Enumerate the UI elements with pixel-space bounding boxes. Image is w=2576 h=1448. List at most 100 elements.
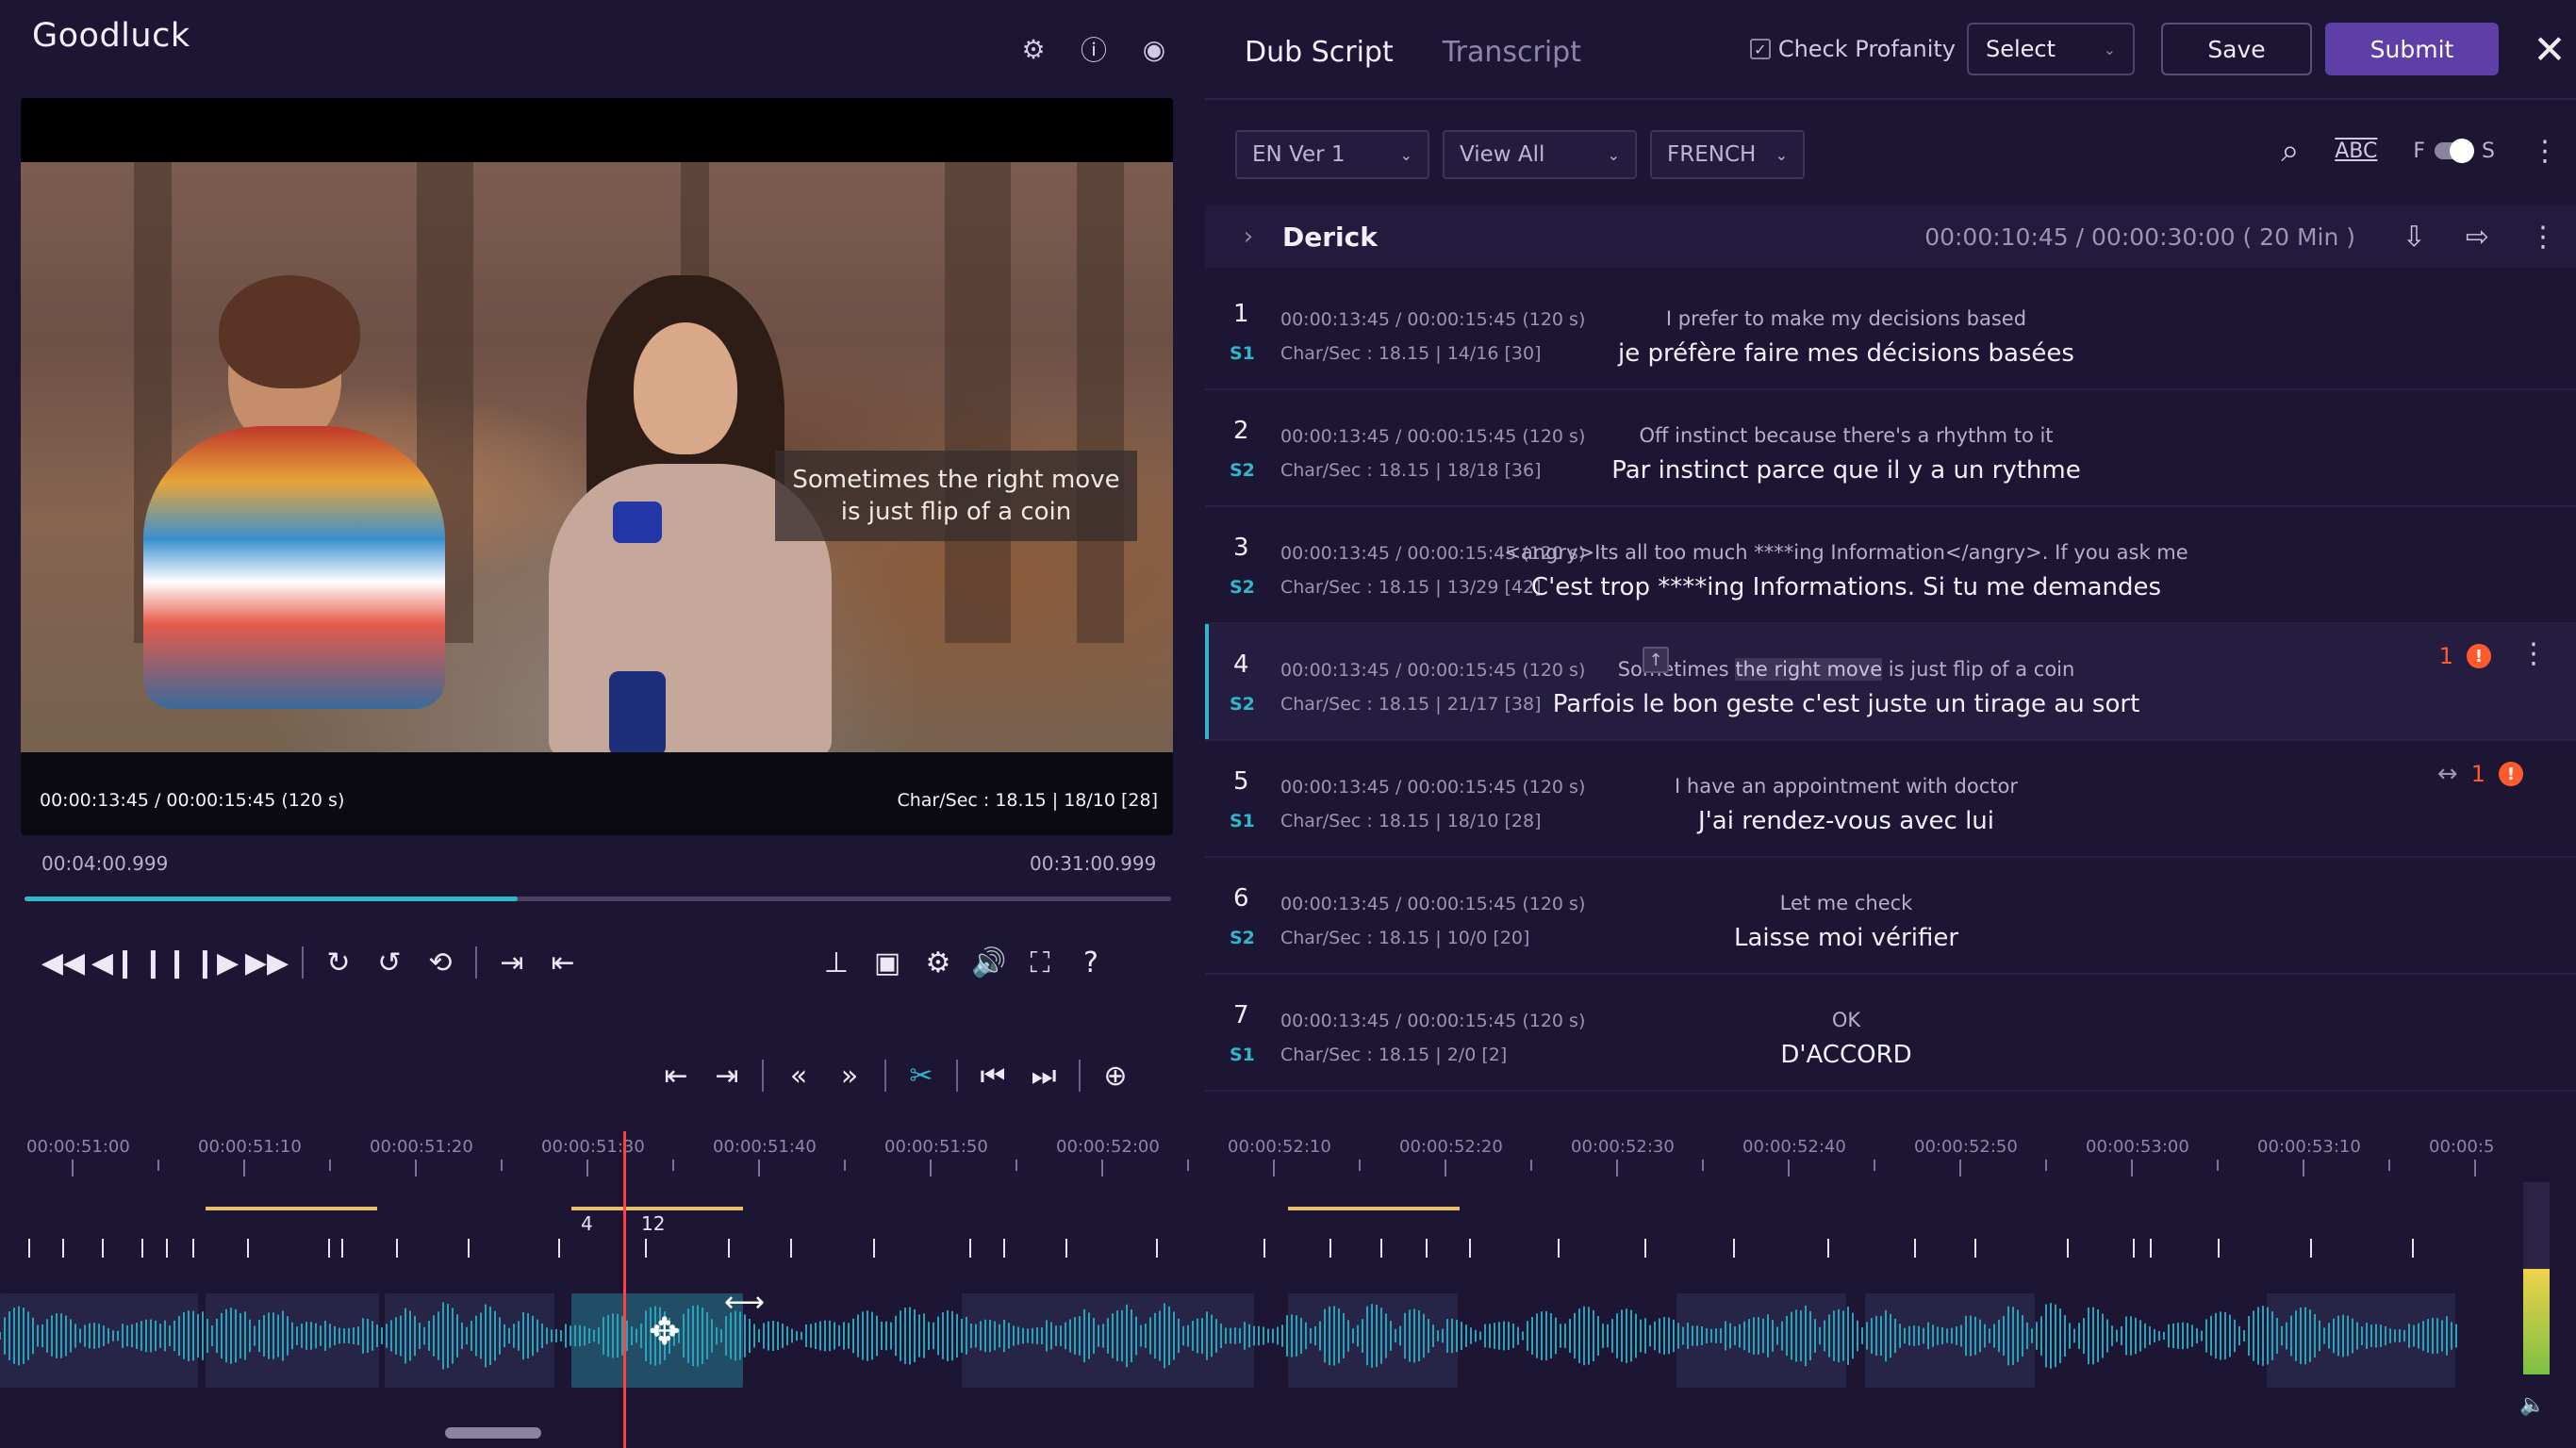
help-icon[interactable]: ?	[1065, 941, 1116, 984]
version-dropdown[interactable]: EN Ver 1 ⌄	[1235, 130, 1429, 179]
ruler-tick	[2045, 1160, 2047, 1171]
line-target-text[interactable]: Par instinct parce que il y a un rythme	[1375, 456, 2318, 485]
line-target-text[interactable]: D'ACCORD	[1375, 1041, 2318, 1069]
toggle-switch[interactable]	[2435, 139, 2475, 163]
import-icon[interactable]: ⇩	[2403, 221, 2426, 254]
submit-button[interactable]: Submit	[2325, 23, 2499, 75]
cue-tick	[396, 1239, 398, 1258]
line-source-text: Off instinct because there's a rhythm to…	[1639, 424, 2054, 447]
progress-bar[interactable]	[25, 897, 1171, 901]
cup	[613, 502, 662, 543]
spellcheck-icon[interactable]: ABC	[2335, 140, 2377, 163]
frame-back-icon[interactable]: ◀❙	[89, 941, 140, 984]
pause-icon[interactable]: ❙❙	[140, 941, 190, 984]
info-icon[interactable]: ⓘ	[1077, 32, 1111, 66]
script-line[interactable]: 5 S1 00:00:13:45 / 00:00:15:45 (120 s) Char…	[1205, 741, 2576, 858]
script-line[interactable]: 6 S2 00:00:13:45 / 00:00:15:45 (120 s) Char…	[1205, 858, 2576, 975]
line-target-text[interactable]: Laisse moi vérifier	[1375, 924, 2318, 952]
fullscreen-icon[interactable]: ⛶	[1015, 941, 1065, 984]
more-icon[interactable]: ⋮	[2531, 135, 2559, 168]
close-icon[interactable]: ✕	[2523, 23, 2576, 75]
video-frame[interactable]: Sometimes the right move is just flip of…	[21, 162, 1173, 756]
issue-badge[interactable]: ↔ 1!	[2437, 760, 2523, 788]
script-line[interactable]: 4 S2 00:00:13:45 / 00:00:15:45 (120 s) Char…	[1205, 624, 2576, 741]
line-target-text[interactable]: Parfois le bon geste c'est juste un tira…	[1375, 690, 2318, 718]
cue-tick	[1558, 1239, 1560, 1258]
settings-icon[interactable]: ⚙	[913, 941, 964, 984]
rewind-icon[interactable]: ◀◀	[38, 941, 89, 984]
replay-10-icon[interactable]: ↻	[313, 941, 364, 984]
cue-tick	[2412, 1239, 2414, 1258]
gear-icon[interactable]: ⚙	[1016, 32, 1050, 66]
cue-segment[interactable]	[1288, 1207, 1460, 1210]
cue-tick	[468, 1239, 470, 1258]
chevron-right-icon[interactable]: ›	[1224, 222, 1273, 251]
script-line[interactable]: 7 S1 00:00:13:45 / 00:00:15:45 (120 s) Char…	[1205, 975, 2576, 1092]
go-end-icon[interactable]: ⏭	[1018, 1054, 1069, 1097]
timeline-label: 00:00:52:50	[1914, 1137, 2018, 1157]
search-icon[interactable]: ⌕	[2281, 132, 2299, 170]
cue-segment-active[interactable]	[571, 1207, 743, 1210]
video-player[interactable]: Sometimes the right move is just flip of…	[21, 98, 1173, 835]
ruler-tick	[2217, 1160, 2219, 1171]
line-target-text[interactable]: J'ai rendez-vous avec lui	[1375, 807, 2318, 835]
timeline[interactable]: 00:00:51:00 00:00:51:10 00:00:51:20 00:00:5…	[0, 1127, 2576, 1448]
speaker-actions: ⇩ ⇨ ⋮	[2403, 221, 2557, 254]
script-line[interactable]: 3 S2 00:00:13:45 / 00:00:15:45 (120 s) Char…	[1205, 507, 2576, 624]
prev-cue-icon[interactable]: «	[773, 1054, 824, 1097]
cue-tick	[102, 1239, 104, 1258]
pin-icon[interactable]: ⊥	[811, 941, 862, 984]
cue-segment[interactable]	[206, 1207, 377, 1210]
script-line[interactable]: 1 S1 00:00:13:45 / 00:00:15:45 (120 s) Char…	[1205, 273, 2576, 390]
move-icon[interactable]: ✥	[649, 1310, 681, 1354]
timeline-label: 00:00:51:30	[541, 1137, 645, 1157]
fast-forward-icon[interactable]: ▶▶	[241, 941, 292, 984]
add-cue-icon[interactable]: ⊕	[1090, 1054, 1141, 1097]
ruler-tick	[415, 1160, 417, 1176]
resize-horizontal-icon[interactable]: ⟷	[724, 1286, 765, 1319]
subtitle-window-icon[interactable]: ▣	[862, 941, 913, 984]
speaker-row[interactable]: › Derick 00:00:10:45 / 00:00:30:00 ( 20 …	[1205, 206, 2576, 268]
line-target-text[interactable]: C'est trop ****ing Informations. Si tu m…	[1375, 573, 2318, 601]
playhead[interactable]	[623, 1131, 626, 1448]
ruler-tick	[586, 1160, 588, 1176]
select-dropdown[interactable]: Select ⌄	[1967, 23, 2135, 75]
timeline-scrollbar[interactable]	[445, 1427, 541, 1439]
more-icon[interactable]: ⋮	[2519, 637, 2548, 670]
issue-badge[interactable]: 1!	[2439, 643, 2491, 669]
mark-out-icon[interactable]: ⇤	[537, 941, 588, 984]
language-dropdown[interactable]: FRENCH ⌄	[1650, 130, 1805, 179]
eye-icon[interactable]: ◉	[1137, 32, 1171, 66]
tab-transcript[interactable]: Transcript	[1443, 36, 1581, 69]
time-end: 00:31:00.999	[1030, 852, 1157, 875]
width-adjust-icon[interactable]: ↔	[2437, 760, 2458, 788]
go-start-icon[interactable]: ⏮	[967, 1054, 1018, 1097]
check-profanity-checkbox[interactable]: ✓	[1749, 39, 1771, 59]
loop-icon[interactable]: ⟲	[415, 941, 466, 984]
extend-left-icon[interactable]: ⇤	[651, 1054, 702, 1097]
timeline-label: 00:00:53:00	[2086, 1137, 2189, 1157]
check-profanity[interactable]: ✓ Check Profanity	[1749, 36, 1956, 62]
export-icon[interactable]: ⇨	[2466, 221, 2489, 254]
frame-forward-icon[interactable]: ❙▶	[190, 941, 241, 984]
view-dropdown[interactable]: View All ⌄	[1443, 130, 1637, 179]
fs-toggle[interactable]: F S	[2413, 139, 2495, 163]
extend-right-icon[interactable]: ⇥	[702, 1054, 752, 1097]
timeline-label: 00:00:51:40	[713, 1137, 817, 1157]
speaker-volume-icon[interactable]: 🔈	[2519, 1393, 2545, 1417]
more-icon[interactable]: ⋮	[2529, 221, 2557, 254]
next-cue-icon[interactable]: »	[824, 1054, 875, 1097]
upload-icon[interactable]: ↑	[1643, 647, 1669, 673]
save-button[interactable]: Save	[2161, 23, 2312, 75]
script-line[interactable]: 2 S2 00:00:13:45 / 00:00:15:45 (120 s) Char…	[1205, 390, 2576, 507]
source-text-highlight[interactable]: the right move	[1735, 658, 1883, 681]
split-icon[interactable]: ✂	[896, 1054, 947, 1097]
volume-icon[interactable]: 🔊	[964, 941, 1015, 984]
cue-tick	[1644, 1239, 1646, 1258]
tab-dub-script[interactable]: Dub Script	[1245, 36, 1394, 69]
timeline-ruler[interactable]: 00:00:51:00 00:00:51:10 00:00:51:20 00:00:5…	[0, 1127, 2494, 1165]
line-target-text[interactable]: je préfère faire mes décisions basées	[1375, 339, 2318, 368]
mark-in-icon[interactable]: ⇥	[487, 941, 537, 984]
audio-waveform[interactable]	[0, 1284, 2461, 1388]
forward-10-icon[interactable]: ↺	[364, 941, 415, 984]
